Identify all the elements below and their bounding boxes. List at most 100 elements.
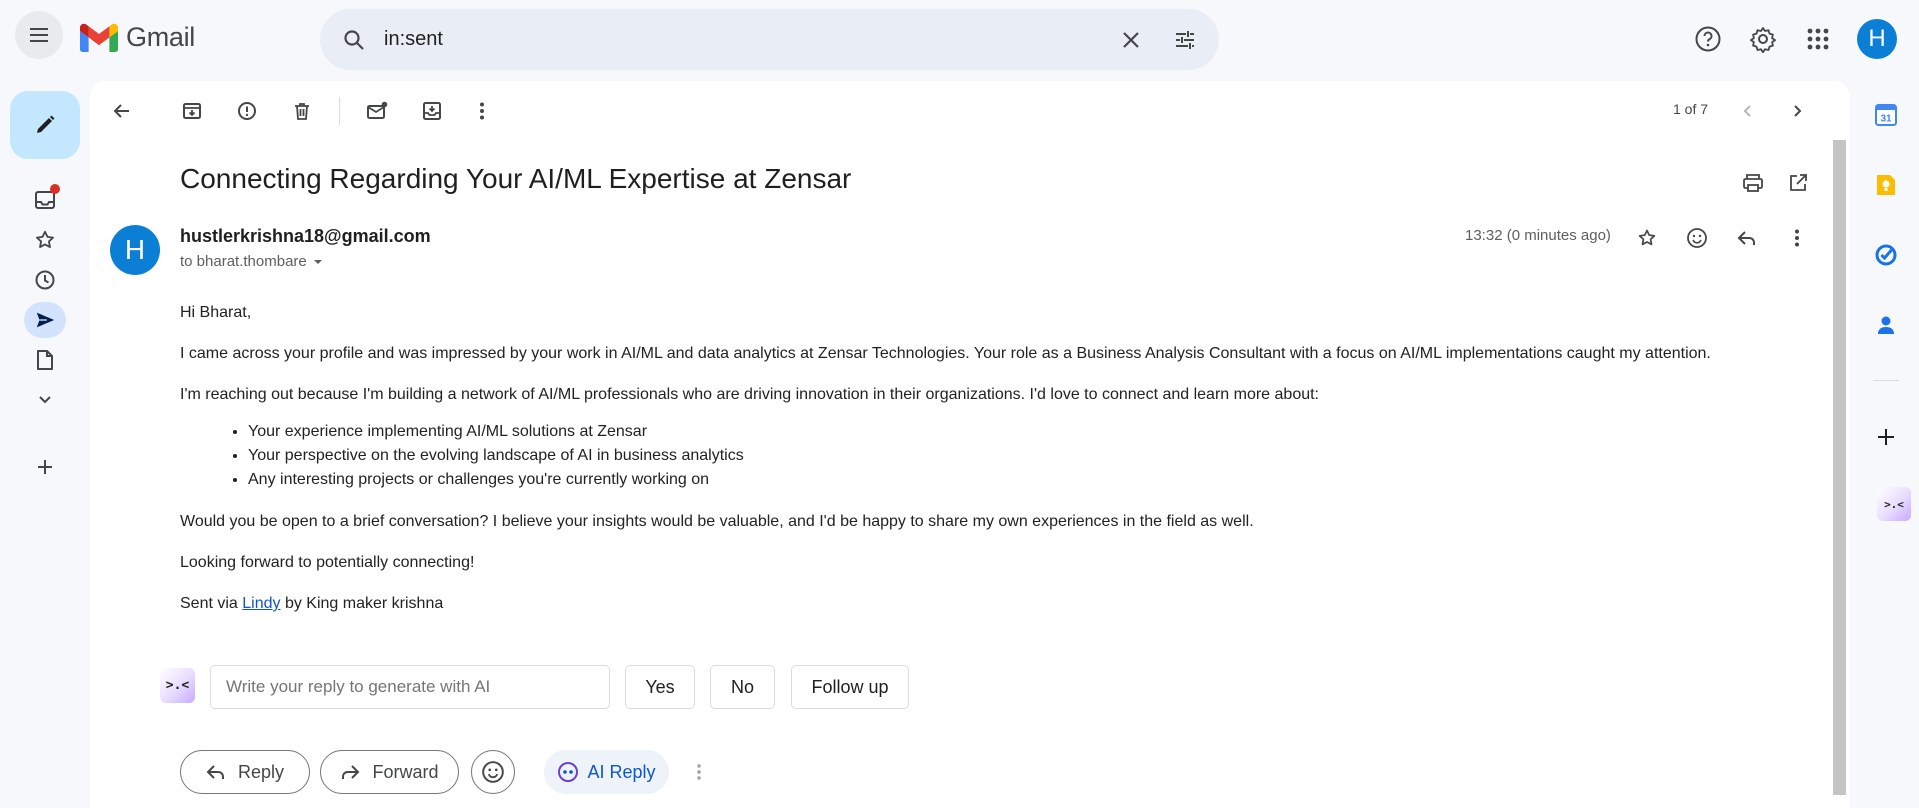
support-button[interactable] xyxy=(1686,17,1730,61)
body-paragraph: Would you be open to a brief conversatio… xyxy=(180,513,1254,530)
reply-icon xyxy=(1737,231,1755,245)
quick-reply-no-button[interactable]: No xyxy=(710,665,775,709)
ai-reply-input[interactable]: Write your reply to generate with AI xyxy=(210,665,610,709)
delete-button[interactable] xyxy=(283,92,321,130)
plus-icon xyxy=(1878,429,1894,445)
reply-icon xyxy=(206,765,224,779)
reply-button[interactable] xyxy=(1728,219,1766,257)
greeting: Hi Bharat, xyxy=(180,304,252,321)
calendar-icon: 31 xyxy=(1875,104,1897,126)
back-arrow-icon xyxy=(113,104,129,118)
body-paragraph: I came across your profile and was impre… xyxy=(180,345,1711,362)
back-button[interactable] xyxy=(103,92,141,130)
older-button[interactable] xyxy=(1778,92,1816,130)
calendar-app-button[interactable]: 31 xyxy=(1866,95,1906,135)
report-spam-button[interactable] xyxy=(228,92,266,130)
nav-drafts[interactable] xyxy=(24,342,66,378)
main-menu-button[interactable] xyxy=(15,11,63,59)
sender-avatar[interactable]: H xyxy=(110,225,160,275)
signature: Sent via Lindy by King maker krishna xyxy=(180,594,1800,613)
side-panel-divider xyxy=(1873,380,1899,381)
nav-inbox[interactable] xyxy=(24,182,66,218)
archive-button[interactable] xyxy=(173,92,211,130)
nav-starred[interactable] xyxy=(24,222,66,258)
quick-reply-yes-button[interactable]: Yes xyxy=(625,665,695,709)
ai-reply-button[interactable]: AI Reply xyxy=(544,750,669,794)
compose-button[interactable] xyxy=(10,91,80,159)
gmail-logo[interactable]: Gmail xyxy=(80,22,195,53)
chevron-down-icon xyxy=(39,396,51,404)
search-bar[interactable]: in:sent xyxy=(320,9,1219,70)
search-input[interactable]: in:sent xyxy=(384,28,1109,51)
create-label-button[interactable] xyxy=(24,449,66,485)
gmail-wordmark: Gmail xyxy=(126,22,196,52)
print-icon xyxy=(1743,174,1763,192)
add-reaction-button[interactable] xyxy=(1678,219,1716,257)
list-item: Your perspective on the evolving landsca… xyxy=(248,444,1800,468)
plus-icon xyxy=(38,460,52,474)
forward-pill-button[interactable]: Forward xyxy=(320,750,459,794)
more-vert-icon xyxy=(480,102,484,120)
forward-label: Forward xyxy=(372,761,439,782)
move-to-inbox-icon xyxy=(423,102,441,120)
search-button[interactable] xyxy=(332,18,376,62)
clock-icon xyxy=(35,270,55,290)
chevron-left-icon xyxy=(1743,105,1751,117)
get-addons-button[interactable] xyxy=(1866,417,1906,457)
body-paragraph: I'm reaching out because I'm building a … xyxy=(180,386,1319,403)
emoji-reaction-button[interactable] xyxy=(471,750,515,794)
newer-button[interactable] xyxy=(1729,92,1767,130)
report-spam-icon xyxy=(238,102,256,120)
gear-icon xyxy=(1750,27,1776,53)
list-item: Your experience implementing AI/ML solut… xyxy=(248,420,1800,444)
print-all-button[interactable] xyxy=(1734,164,1772,202)
clear-search-button[interactable] xyxy=(1109,18,1153,62)
email-body: Hi Bharat, I came across your profile an… xyxy=(180,303,1800,635)
email-subject: Connecting Regarding Your AI/ML Expertis… xyxy=(180,163,852,194)
emoji-icon xyxy=(482,761,504,783)
lindy-addon-button[interactable]: >.< xyxy=(1877,487,1911,521)
keep-icon xyxy=(1877,175,1895,195)
contacts-app-button[interactable] xyxy=(1866,305,1906,345)
more-vert-icon xyxy=(1795,229,1799,247)
ai-reply-more-button[interactable] xyxy=(688,758,710,786)
nav-more[interactable] xyxy=(24,382,66,418)
message-more-button[interactable] xyxy=(1778,219,1816,257)
account-avatar[interactable]: H xyxy=(1857,19,1897,59)
signature-suffix: by King maker krishna xyxy=(280,595,444,612)
ai-reply-icon xyxy=(558,762,579,782)
apps-grid-icon xyxy=(1807,28,1829,50)
google-apps-button[interactable] xyxy=(1796,17,1840,61)
open-new-window-button[interactable] xyxy=(1779,164,1817,202)
move-to-button[interactable] xyxy=(413,92,451,130)
contacts-icon xyxy=(1878,316,1894,334)
tasks-app-button[interactable] xyxy=(1866,235,1906,275)
reply-pill-button[interactable]: Reply xyxy=(180,750,310,794)
emoji-icon xyxy=(1687,228,1707,248)
mark-unread-icon xyxy=(367,101,388,119)
scrollbar[interactable] xyxy=(1833,140,1846,795)
more-options-button[interactable] xyxy=(463,92,501,130)
draft-icon xyxy=(37,350,53,370)
nav-snoozed[interactable] xyxy=(24,262,66,298)
archive-icon xyxy=(183,103,201,119)
menu-icon xyxy=(30,28,48,42)
keep-app-button[interactable] xyxy=(1866,165,1906,205)
star-message-button[interactable] xyxy=(1628,219,1666,257)
recipient-details[interactable]: to bharat.thombare xyxy=(180,253,325,270)
nav-sent[interactable] xyxy=(24,302,66,338)
caret-down-icon xyxy=(313,259,322,264)
tune-icon xyxy=(1176,30,1194,49)
more-vert-icon xyxy=(697,764,701,780)
open-in-new-icon xyxy=(1790,174,1807,191)
forward-icon xyxy=(342,765,360,779)
settings-button[interactable] xyxy=(1741,17,1785,61)
pagination-count: 1 of 7 xyxy=(1673,101,1709,117)
sender-email[interactable]: hustlerkrishna18@gmail.com xyxy=(180,226,431,247)
lindy-link[interactable]: Lindy xyxy=(242,595,280,612)
search-options-button[interactable] xyxy=(1163,18,1207,62)
quick-reply-follow-up-button[interactable]: Follow up xyxy=(791,665,909,709)
search-icon xyxy=(344,29,364,50)
star-icon xyxy=(36,230,54,248)
mark-unread-button[interactable] xyxy=(358,92,396,130)
